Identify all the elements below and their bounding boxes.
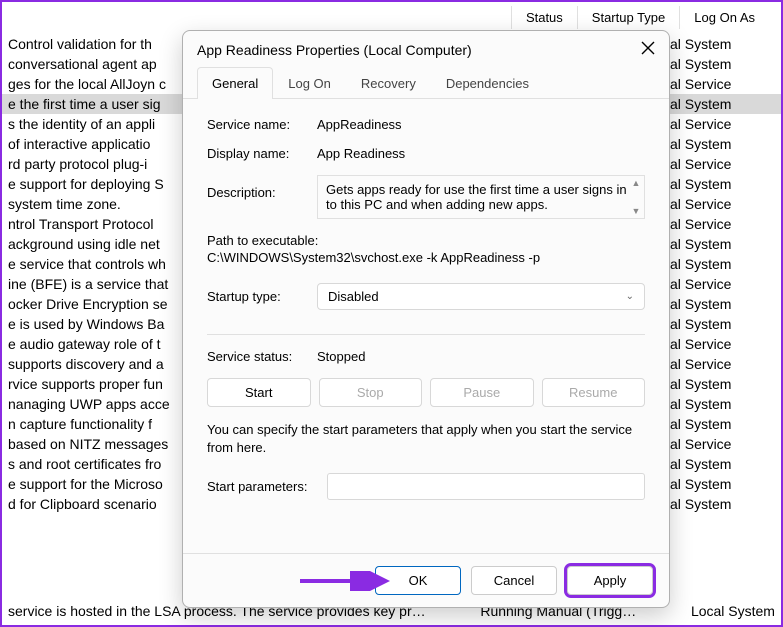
description-box[interactable]: Gets apps ready for use the first time a…	[317, 175, 645, 219]
tab-log-on[interactable]: Log On	[273, 67, 346, 99]
col-status[interactable]: Status	[511, 6, 577, 29]
value-display-name: App Readiness	[317, 146, 645, 161]
dialog-content: Service name: AppReadiness Display name:…	[183, 99, 669, 553]
row-logon: al System	[662, 256, 772, 272]
row-logon: al System	[662, 136, 772, 152]
pause-button: Pause	[430, 378, 534, 407]
startup-type-value: Disabled	[328, 289, 379, 304]
row-logon: al Service	[662, 436, 772, 452]
row-logon: al Service	[662, 276, 772, 292]
resume-button: Resume	[542, 378, 646, 407]
titlebar: App Readiness Properties (Local Computer…	[183, 31, 669, 66]
ok-button[interactable]: OK	[375, 566, 461, 595]
row-logon: al Service	[662, 116, 772, 132]
row-logon: al Service	[662, 216, 772, 232]
label-startup-type: Startup type:	[207, 289, 317, 304]
row-logon: al System	[662, 36, 772, 52]
stop-button: Stop	[319, 378, 423, 407]
row-logon: al System	[662, 96, 772, 112]
tab-general[interactable]: General	[197, 67, 273, 99]
col-startup-type[interactable]: Startup Type	[577, 6, 679, 29]
label-display-name: Display name:	[207, 146, 317, 161]
chevron-down-icon: ⌄	[626, 291, 634, 302]
row-logon: al Service	[662, 196, 772, 212]
row-logon: al System	[662, 176, 772, 192]
tab-strip: General Log On Recovery Dependencies	[183, 66, 669, 99]
row-logon: al System	[662, 416, 772, 432]
label-service-name: Service name:	[207, 117, 317, 132]
scrollbar-icon[interactable]: ▲ ▼	[630, 178, 642, 216]
row-logon: al Service	[662, 156, 772, 172]
close-icon[interactable]	[641, 41, 655, 58]
label-path: Path to executable:	[207, 233, 645, 248]
row-logon: al System	[662, 296, 772, 312]
label-service-status: Service status:	[207, 349, 317, 364]
chevron-down-icon[interactable]: ▼	[632, 206, 641, 216]
properties-dialog: App Readiness Properties (Local Computer…	[182, 30, 670, 608]
row-logon: al System	[662, 56, 772, 72]
tab-recovery[interactable]: Recovery	[346, 67, 431, 99]
bg-column-headers: Status Startup Type Log On As	[511, 6, 769, 29]
row-logon: al System	[662, 456, 772, 472]
row-logon: al System	[662, 376, 772, 392]
chevron-up-icon[interactable]: ▲	[632, 178, 641, 188]
apply-button[interactable]: Apply	[567, 566, 653, 595]
value-service-status: Stopped	[317, 349, 645, 364]
row-logon: al System	[662, 236, 772, 252]
row-logon: al System	[662, 476, 772, 492]
label-description: Description:	[207, 175, 317, 200]
col-log-on-as[interactable]: Log On As	[679, 6, 769, 29]
description-text: Gets apps ready for use the first time a…	[326, 182, 627, 212]
row-logon: al System	[662, 496, 772, 512]
startup-type-select[interactable]: Disabled ⌄	[317, 283, 645, 310]
row-logon: al Service	[662, 356, 772, 372]
hint-text: You can specify the start parameters tha…	[207, 421, 645, 457]
row-logon: al System	[662, 396, 772, 412]
dialog-title: App Readiness Properties (Local Computer…	[197, 42, 472, 58]
tab-dependencies[interactable]: Dependencies	[431, 67, 544, 99]
value-path: C:\WINDOWS\System32\svchost.exe -k AppRe…	[207, 250, 645, 265]
label-start-params: Start parameters:	[207, 479, 327, 494]
divider	[207, 334, 645, 335]
row-logon: al System	[662, 316, 772, 332]
bg-bottom-logon: Local System	[691, 603, 775, 619]
dialog-footer: OK Cancel Apply	[183, 553, 669, 607]
start-button[interactable]: Start	[207, 378, 311, 407]
start-params-input[interactable]	[327, 473, 645, 500]
value-service-name: AppReadiness	[317, 117, 645, 132]
row-logon: al Service	[662, 336, 772, 352]
cancel-button[interactable]: Cancel	[471, 566, 557, 595]
row-logon: al Service	[662, 76, 772, 92]
